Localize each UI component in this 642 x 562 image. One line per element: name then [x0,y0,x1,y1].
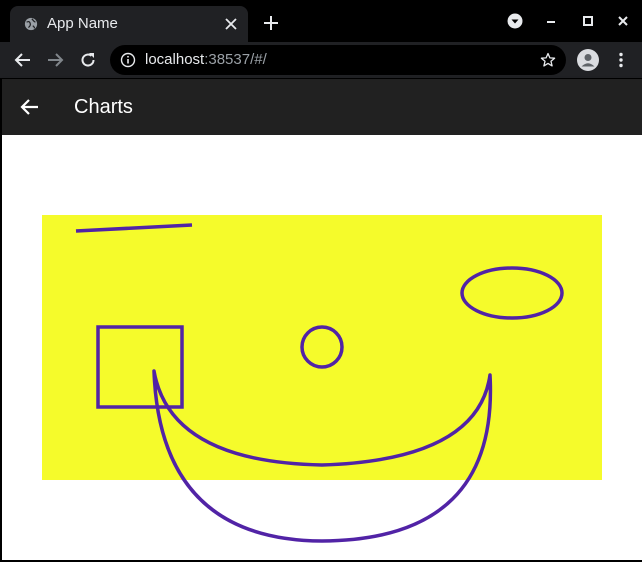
info-icon[interactable] [120,52,136,68]
browser-toolbar: localhost:38537/#/ [0,42,642,78]
app-bar: Charts [2,79,642,135]
maximize-icon[interactable] [580,13,596,29]
globe-icon [24,17,38,31]
tab-title: App Name [47,15,118,32]
url-text[interactable]: localhost:38537/#/ [145,51,267,69]
drawing-canvas [42,215,602,543]
forward-arrow-icon[interactable] [46,51,64,69]
tab-search-icon[interactable] [507,13,523,29]
browser-tab-strip: App Name [0,0,642,42]
close-icon[interactable] [222,15,240,33]
star-icon[interactable] [540,52,556,68]
reload-icon[interactable] [79,51,97,69]
page-title: Charts [74,96,133,118]
browser-tab[interactable]: App Name [10,6,248,42]
content-area [2,135,642,560]
back-arrow-icon[interactable] [14,51,32,69]
menu-dots-icon[interactable] [612,51,630,69]
minimize-icon[interactable] [543,13,559,29]
back-arrow-icon[interactable] [18,95,42,119]
plus-icon[interactable] [262,14,280,32]
url-host: localhost [145,51,205,68]
address-bar[interactable]: localhost:38537/#/ [110,45,566,75]
yellow-canvas-rect [42,215,602,480]
window-close-icon[interactable] [615,13,631,29]
url-path: :38537/#/ [204,51,267,68]
profile-icon[interactable] [577,49,599,71]
